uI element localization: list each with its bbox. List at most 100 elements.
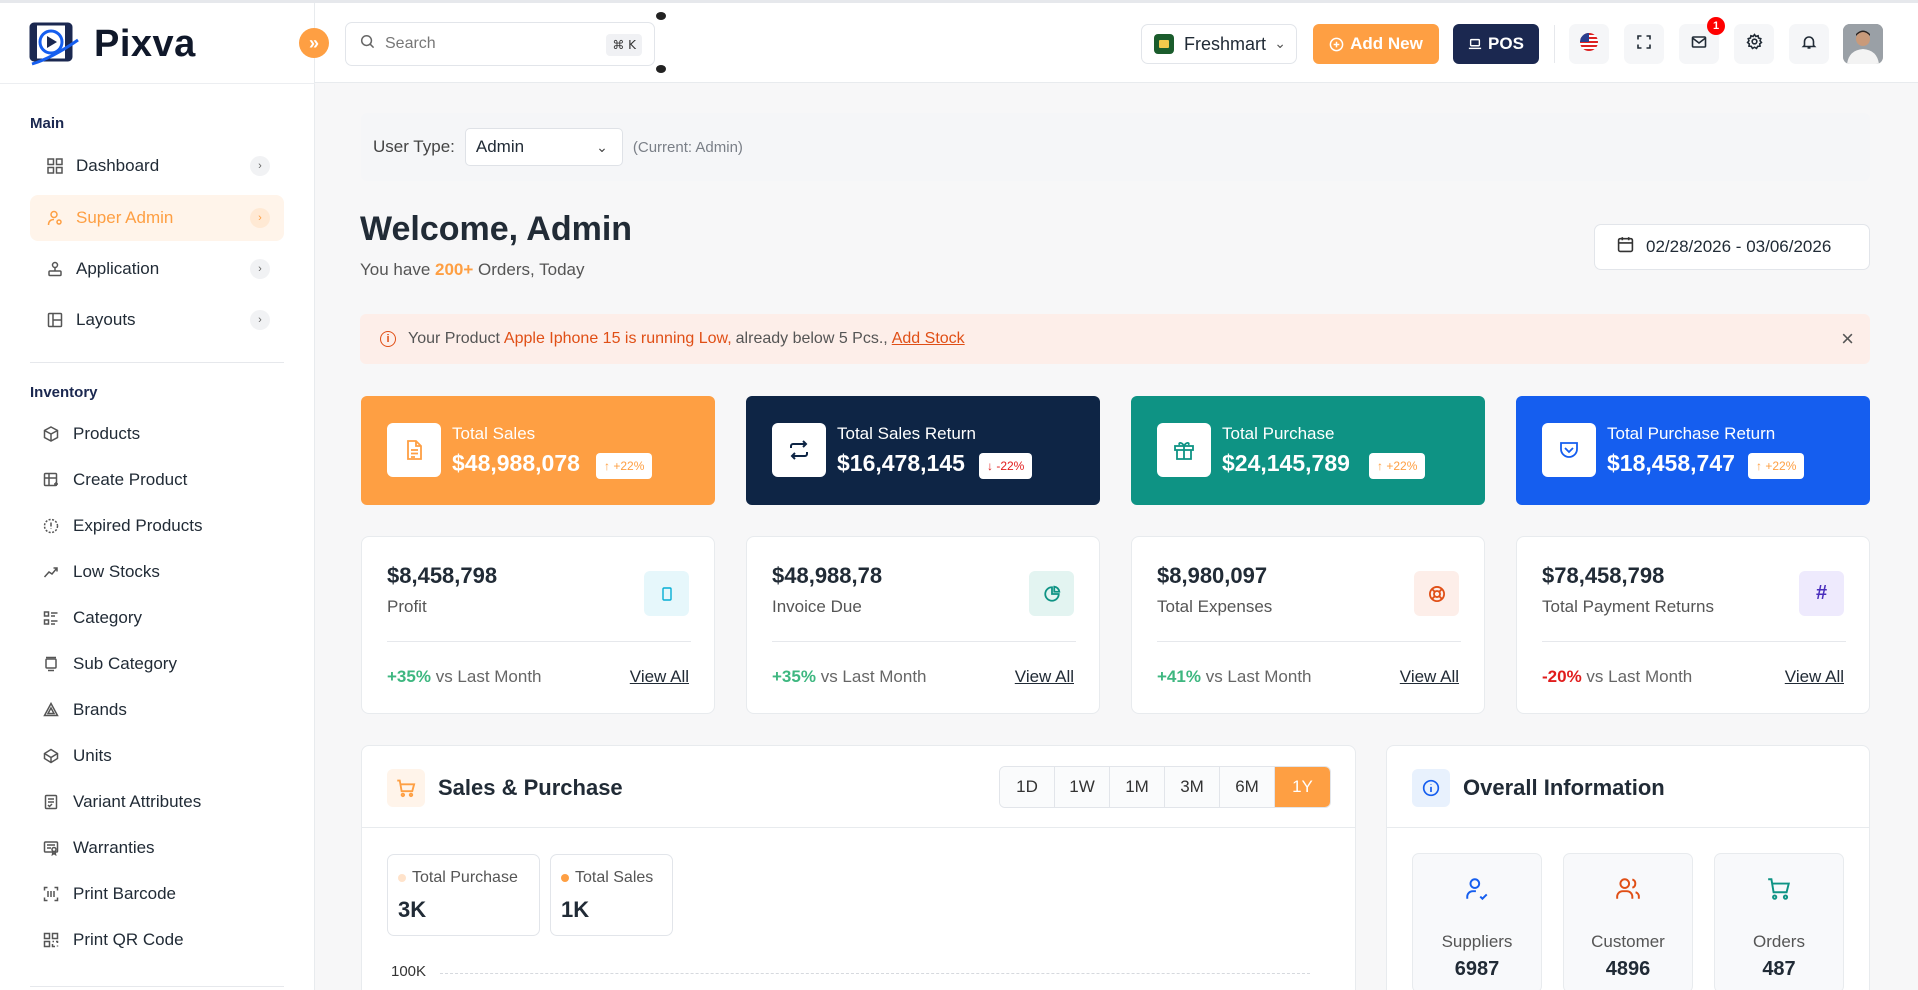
maximize-icon — [1636, 34, 1652, 55]
sidebar-item-label: Low Stocks — [73, 562, 160, 581]
card-divider — [772, 641, 1076, 642]
search-input[interactable] — [385, 35, 605, 53]
pos-label: POS — [1488, 34, 1524, 53]
calendar-icon — [1617, 236, 1634, 258]
sidebar-item-super-admin[interactable]: Super Admin › — [30, 195, 284, 241]
view-all-link[interactable]: View All — [1400, 667, 1459, 687]
sidebar-item-print-qr-code[interactable]: Print QR Code — [30, 917, 284, 963]
chevron-right-icon: › — [250, 208, 270, 228]
range-1y-button[interactable]: 1Y — [1275, 767, 1330, 807]
sidebar-item-label: Brands — [73, 700, 127, 719]
logo[interactable]: Pixva — [28, 17, 196, 71]
info-card-label: Customer — [1591, 932, 1665, 951]
metric-change-pct: +35% — [387, 667, 431, 686]
search-shortcut: ⌘ K — [606, 34, 642, 56]
sidebar-item-label: Sub Category — [73, 654, 177, 673]
view-all-link[interactable]: View All — [1785, 667, 1844, 687]
range-3m-button[interactable]: 3M — [1165, 767, 1220, 807]
box-icon — [42, 425, 60, 443]
legend-value: 3K — [398, 897, 427, 922]
current-user-type: (Current: Admin) — [632, 138, 743, 156]
sidebar-item-label: Products — [73, 424, 141, 443]
sidebar-item-variant-attributes[interactable]: Variant Attributes — [30, 779, 284, 825]
add-new-button[interactable]: Add New — [1313, 24, 1439, 64]
sidebar-item-create-product[interactable]: Create Product — [30, 457, 284, 503]
sidebar-toggle-button[interactable]: » — [299, 28, 329, 58]
sidebar-item-products[interactable]: Products — [30, 411, 284, 457]
sidebar-item-label: Expired Products — [73, 516, 203, 535]
chevron-right-icon: › — [250, 310, 270, 330]
panel-header: Overall Information — [1387, 746, 1869, 828]
scroll-handle-bottom[interactable] — [656, 65, 666, 73]
avatar[interactable] — [1843, 24, 1883, 64]
stat-change-badge: ↑ +22% — [1369, 453, 1426, 479]
store-select[interactable]: Freshmart ⌄ — [1141, 24, 1297, 64]
range-1m-button[interactable]: 1M — [1110, 767, 1165, 807]
info-card-orders[interactable]: Orders 487 — [1714, 853, 1844, 990]
sidebar-item-print-barcode[interactable]: Print Barcode — [30, 871, 284, 917]
add-stock-link[interactable]: Add Stock — [892, 330, 965, 348]
sidebar-item-label: Warranties — [73, 838, 155, 857]
chevron-right-icon: › — [250, 259, 270, 279]
stat-card-total-purchase-return: Total Purchase Return $18,458,747 ↑ +22% — [1516, 396, 1870, 505]
range-1d-button[interactable]: 1D — [1000, 767, 1055, 807]
stat-label: Total Purchase Return — [1607, 424, 1776, 443]
section-heading-main: Main — [30, 115, 65, 132]
sidebar-item-warranties[interactable]: Warranties — [30, 825, 284, 871]
user-type-select[interactable]: Admin ⌄ — [464, 128, 623, 166]
metric-card-profit: $8,458,798 Profit +35% vs Last Month Vie… — [361, 536, 715, 714]
date-range-picker[interactable]: 02/28/2026 - 03/06/2026 — [1594, 224, 1870, 270]
sidebar-item-label: Super Admin — [76, 208, 174, 227]
metric-label: Total Expenses — [1157, 597, 1273, 616]
stat-label: Total Purchase — [1222, 424, 1335, 443]
messages-button[interactable]: 1 — [1679, 17, 1725, 64]
sidebar-item-layouts[interactable]: Layouts › — [30, 297, 284, 343]
metric-label: Invoice Due — [772, 597, 862, 616]
us-flag-icon — [1579, 32, 1599, 57]
search-box[interactable]: ⌘ K — [345, 22, 655, 66]
close-icon[interactable]: × — [1841, 328, 1854, 350]
sidebar-item-label: Variant Attributes — [73, 792, 202, 811]
card-divider — [387, 641, 691, 642]
sidebar-item-low-stocks[interactable]: Low Stocks — [30, 549, 284, 595]
metric-card-total-payment-returns: $78,458,798 Total Payment Returns # -20%… — [1516, 536, 1870, 714]
info-circle-icon — [1412, 769, 1450, 807]
notifications-button[interactable] — [1789, 24, 1829, 64]
sidebar-item-label: Layouts — [76, 310, 136, 329]
range-1w-button[interactable]: 1W — [1055, 767, 1110, 807]
sidebar-item-dashboard[interactable]: Dashboard › — [30, 143, 284, 189]
metric-compare: vs Last Month — [1586, 667, 1693, 686]
add-new-label: Add New — [1350, 34, 1423, 53]
checklist-icon — [42, 793, 60, 811]
info-card-customer[interactable]: Customer 4896 — [1563, 853, 1693, 990]
sidebar-item-sub-category[interactable]: Sub Category — [30, 641, 284, 687]
sidebar-item-application[interactable]: Application › — [30, 246, 284, 292]
scroll-handle-top[interactable] — [656, 12, 666, 20]
sidebar: Pixva Main Dashboard › Super Admin › App… — [0, 3, 315, 990]
logo-icon — [28, 18, 82, 70]
sidebar-item-expired-products[interactable]: Expired Products — [30, 503, 284, 549]
sidebar-item-units[interactable]: Units — [30, 733, 284, 779]
view-all-link[interactable]: View All — [1015, 667, 1074, 687]
settings-button[interactable] — [1734, 24, 1774, 64]
chart-gridline — [440, 973, 1310, 974]
user-check-icon — [1413, 876, 1541, 902]
sidebar-item-category[interactable]: Category — [30, 595, 284, 641]
alert-prefix: Your Product — [408, 330, 500, 347]
view-all-link[interactable]: View All — [630, 667, 689, 687]
range-6m-button[interactable]: 6M — [1220, 767, 1275, 807]
chevron-right-icon: › — [250, 156, 270, 176]
list-details-icon — [42, 609, 60, 627]
fullscreen-button[interactable] — [1624, 24, 1664, 64]
legend-label: Total Purchase — [412, 869, 518, 886]
language-button[interactable] — [1569, 24, 1609, 64]
metric-label: Total Payment Returns — [1542, 597, 1714, 616]
info-card-suppliers[interactable]: Suppliers 6987 — [1412, 853, 1542, 990]
sidebar-item-label: Category — [73, 608, 142, 627]
sidebar-item-brands[interactable]: Brands — [30, 687, 284, 733]
barcode-icon — [42, 885, 60, 903]
user-type-label: User Type: — [373, 137, 455, 156]
legend-total-purchase: Total Purchase 3K — [387, 854, 540, 936]
pos-button[interactable]: POS — [1453, 24, 1539, 64]
stat-change-badge: ↑ +22% — [596, 453, 653, 479]
